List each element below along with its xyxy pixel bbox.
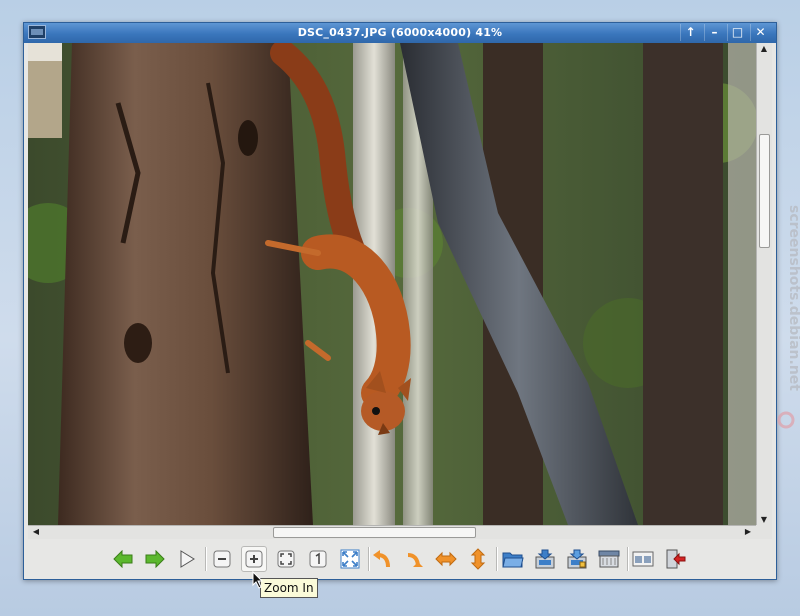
previous-image-button[interactable]: [110, 546, 136, 572]
arrow-left-icon: [113, 550, 133, 568]
save-as-icon: [567, 549, 587, 569]
quit-button[interactable]: [662, 546, 688, 572]
open-file-button[interactable]: [500, 546, 526, 572]
save-icon: [535, 549, 555, 569]
zoom-in-button[interactable]: [241, 546, 267, 572]
horizontal-scrollbar[interactable]: ◀ ▶: [28, 525, 756, 539]
rotate-left-icon: [373, 550, 390, 568]
mouse-pointer-icon: [252, 571, 264, 589]
scroll-down-arrow[interactable]: ▼: [757, 515, 771, 524]
title-bar[interactable]: DSC_0437.JPG (6000x4000) 41% ↑ – □ ✕: [24, 23, 776, 43]
exit-icon: [666, 549, 686, 569]
fullscreen-button[interactable]: [337, 546, 363, 572]
folder-open-icon: [502, 552, 524, 568]
zoom-in-icon: [245, 550, 263, 568]
close-button[interactable]: ✕: [750, 24, 770, 41]
zoom-out-button[interactable]: [209, 546, 235, 572]
watermark-text: screenshots.debian.net: [786, 205, 800, 391]
flip-vertical-icon: [470, 548, 486, 570]
window-title: DSC_0437.JPG (6000x4000) 41%: [297, 26, 503, 39]
maximize-button[interactable]: □: [727, 24, 747, 41]
photo-squirrel-on-tree: [28, 43, 756, 525]
toolbar-separator: [627, 547, 629, 571]
trash-icon: [598, 550, 620, 568]
toolbar-separator: [496, 547, 498, 571]
slideshow-button[interactable]: [174, 546, 200, 572]
rotate-right-button[interactable]: [401, 546, 427, 572]
zoom-original-button[interactable]: [305, 546, 331, 572]
preferences-button[interactable]: [630, 546, 656, 572]
delete-file-button[interactable]: [596, 546, 622, 572]
next-image-button[interactable]: [142, 546, 168, 572]
scroll-up-arrow[interactable]: ▲: [757, 44, 771, 53]
scroll-right-arrow[interactable]: ▶: [741, 527, 755, 536]
flip-horizontal-icon: [435, 551, 457, 567]
zoom-fit-button[interactable]: [273, 546, 299, 572]
fullscreen-icon: [340, 549, 360, 569]
raise-window-button[interactable]: ↑: [680, 24, 700, 41]
play-icon: [180, 550, 195, 568]
save-as-button[interactable]: [564, 546, 590, 572]
save-file-button[interactable]: [532, 546, 558, 572]
vertical-scroll-thumb[interactable]: [759, 134, 770, 248]
watermark: screenshots.debian.net: [770, 200, 800, 440]
preferences-icon: [632, 551, 654, 567]
toolbar-separator: [205, 547, 207, 571]
scrollbar-corner: [756, 525, 772, 539]
zoom-in-tooltip: Zoom In: [260, 578, 318, 598]
horizontal-scroll-thumb[interactable]: [273, 527, 476, 538]
rotate-left-button[interactable]: [369, 546, 395, 572]
image-viewer-window: DSC_0437.JPG (6000x4000) 41% ↑ – □ ✕ ▲ ▼…: [23, 22, 777, 580]
rotate-right-icon: [407, 553, 423, 568]
zoom-fit-icon: [277, 550, 295, 568]
toolbar: [24, 541, 776, 577]
debian-swirl-icon: screenshots.debian.net: [777, 205, 800, 429]
flip-horizontal-button[interactable]: [433, 546, 459, 572]
minimize-button[interactable]: –: [704, 24, 724, 41]
zoom-100-icon: [309, 550, 327, 568]
flip-vertical-button[interactable]: [465, 546, 491, 572]
scroll-left-arrow[interactable]: ◀: [29, 527, 43, 536]
image-viewport[interactable]: [28, 43, 756, 525]
arrow-right-icon: [145, 550, 165, 568]
zoom-out-icon: [213, 550, 231, 568]
